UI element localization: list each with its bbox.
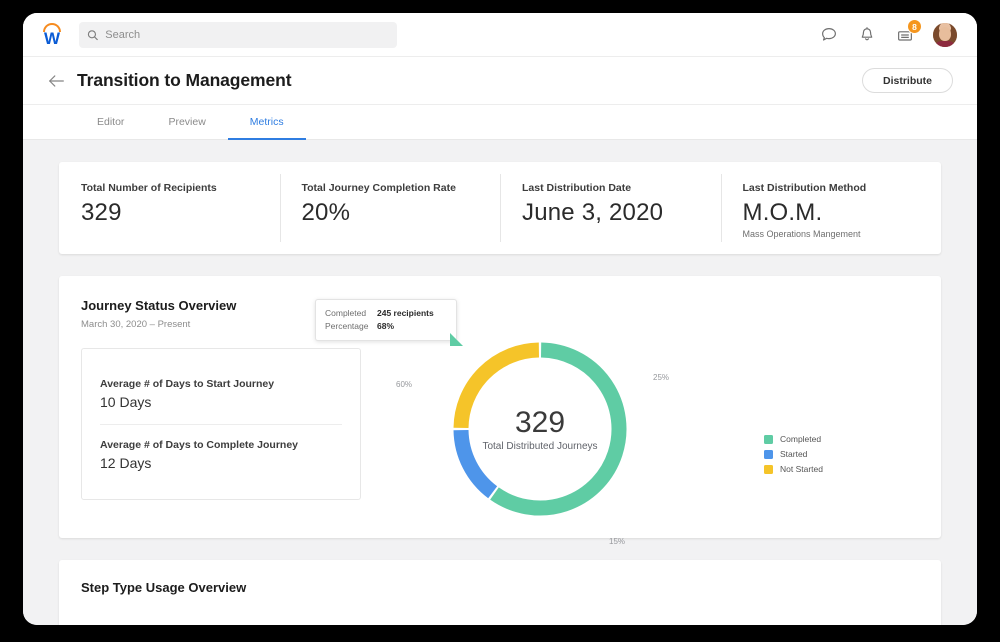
donut-pct-completed: 60%: [396, 380, 413, 389]
page-header: Transition to Management Distribute: [23, 57, 977, 105]
donut-slice[interactable]: [453, 342, 540, 429]
global-top-bar: W Search 8: [23, 13, 977, 57]
kpi-value: 20%: [301, 199, 351, 226]
workday-logo-icon[interactable]: W: [39, 21, 65, 49]
donut-svg: [453, 342, 627, 516]
logo-letter: W: [43, 28, 61, 48]
tooltip-value: 68%: [377, 321, 395, 331]
journey-date-range: March 30, 2020 – Present: [81, 319, 191, 330]
search-input[interactable]: [105, 28, 389, 41]
step-type-usage-card: Step Type Usage Overview: [59, 560, 941, 625]
kpi-last-distribution-method: Last Distribution Method M.O.M. Mass Ope…: [720, 162, 942, 254]
kpi-label: Total Number of Recipients: [81, 182, 217, 194]
step-section-title: Step Type Usage Overview: [81, 580, 247, 595]
tooltip-row-percentage: Percentage 68%: [325, 320, 447, 333]
donut-pct-not-started: 25%: [653, 373, 670, 382]
donut-slice[interactable]: [490, 342, 627, 516]
avg-label: Average # of Days to Start Journey: [100, 377, 275, 390]
donut-pct-started: 15%: [609, 537, 626, 546]
avatar-face: [939, 26, 951, 41]
avg-days-to-complete: Average # of Days to Complete Journey 12…: [100, 423, 342, 485]
kpi-label: Last Distribution Method: [742, 182, 867, 194]
tab-bar: Editor Preview Metrics: [23, 105, 977, 140]
kpi-summary-card: Total Number of Recipients 329 Total Jou…: [59, 162, 941, 254]
search-icon: [87, 29, 98, 40]
avatar-shirt: [935, 40, 955, 47]
legend-label: Started: [780, 449, 808, 459]
journey-section-title: Journey Status Overview: [81, 298, 237, 313]
donut-chart-region: 329 Total Distributed Journeys 60% 25% 1…: [315, 299, 917, 548]
avatar[interactable]: [933, 22, 957, 47]
journey-body: Average # of Days to Start Journey 10 Da…: [81, 299, 917, 548]
top-bar-actions: 8: [819, 18, 957, 47]
metrics-content-scroll[interactable]: Total Number of Recipients 329 Total Jou…: [23, 140, 977, 625]
bell-icon[interactable]: [857, 25, 877, 45]
avg-days-to-start: Average # of Days to Start Journey 10 Da…: [100, 364, 342, 424]
kpi-total-recipients: Total Number of Recipients 329: [59, 162, 280, 254]
donut-chart[interactable]: 329 Total Distributed Journeys: [445, 334, 635, 524]
chat-icon[interactable]: [819, 25, 839, 45]
donut-slice[interactable]: [453, 429, 498, 499]
inbox-icon[interactable]: 8: [895, 18, 922, 45]
kpi-value: June 3, 2020: [522, 199, 664, 226]
tab-editor[interactable]: Editor: [75, 106, 146, 140]
legend-swatch: [764, 434, 773, 444]
legend-item-completed[interactable]: Completed: [764, 434, 823, 444]
kpi-completion-rate: Total Journey Completion Rate 20%: [279, 162, 501, 254]
distribute-button[interactable]: Distribute: [861, 68, 953, 93]
legend-label: Completed: [780, 434, 822, 444]
back-arrow-icon[interactable]: [45, 70, 67, 92]
app-window: W Search 8 Transition to Management Dist…: [23, 13, 977, 625]
kpi-subtext: Mass Operations Mangement: [742, 229, 861, 239]
avg-value: 12 Days: [100, 454, 152, 471]
kpi-value: 329: [81, 199, 122, 226]
tab-metrics[interactable]: Metrics: [227, 106, 306, 140]
kpi-last-distribution-date: Last Distribution Date June 3, 2020: [500, 162, 721, 254]
inbox-badge-count: 8: [907, 18, 922, 34]
search-bar[interactable]: [79, 21, 397, 48]
chart-legend: Completed Started Not Started: [764, 434, 823, 474]
journey-status-overview-card: Journey Status Overview March 30, 2020 –…: [59, 276, 941, 546]
legend-swatch: [764, 449, 773, 459]
page-title: Transition to Management: [77, 70, 292, 90]
chart-tooltip: Completed 245 recipients Percentage 68%: [315, 299, 463, 346]
tooltip-key: Percentage: [325, 321, 369, 331]
journey-averages-panel: Average # of Days to Start Journey 10 Da…: [81, 348, 361, 500]
legend-item-started[interactable]: Started: [764, 449, 823, 459]
kpi-label: Last Distribution Date: [522, 182, 632, 194]
tooltip-value: 245 recipients: [377, 308, 434, 318]
tooltip-key: Completed: [325, 308, 367, 318]
tooltip-pointer-icon: [450, 333, 463, 346]
avg-value: 10 Days: [100, 393, 152, 410]
legend-label: Not Started: [780, 464, 823, 474]
tooltip-row-status: Completed 245 recipients: [325, 307, 447, 320]
tab-preview[interactable]: Preview: [146, 106, 227, 140]
kpi-value: M.O.M.: [742, 199, 823, 226]
legend-swatch: [764, 464, 773, 474]
device-bezel: W Search 8 Transition to Management Dist…: [0, 0, 1000, 642]
kpi-label: Total Journey Completion Rate: [301, 182, 456, 194]
avg-label: Average # of Days to Complete Journey: [100, 438, 299, 451]
legend-item-not-started[interactable]: Not Started: [764, 464, 823, 474]
